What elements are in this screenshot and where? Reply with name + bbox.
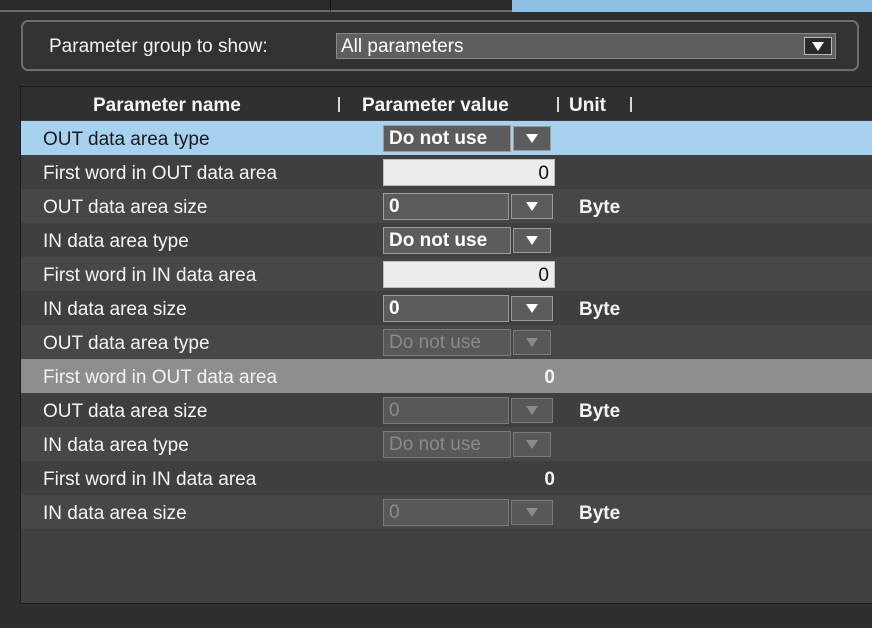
unit-label: Byte [579, 299, 621, 320]
column-header-value[interactable]: Parameter value [362, 95, 509, 117]
parameter-name: First word in OUT data area [43, 367, 278, 388]
column-divider[interactable] [557, 97, 559, 112]
unit-label: Byte [579, 503, 621, 524]
column-divider[interactable] [338, 97, 340, 112]
parameter-name: IN data area size [43, 503, 187, 524]
top-tab-strip [0, 0, 872, 12]
parameter-group-filter: Parameter group to show: All parameters [21, 20, 859, 71]
parameter-group-value: All parameters [341, 36, 464, 57]
chevron-down-icon [513, 330, 551, 355]
parameter-value-readonly: 0 [544, 469, 555, 490]
table-row[interactable]: First word in OUT data area 0 [21, 155, 872, 189]
tab-2[interactable] [330, 0, 512, 12]
table-row[interactable]: First word in OUT data area 0 [21, 359, 872, 393]
parameter-value-dropdown[interactable]: 0 [383, 193, 553, 220]
dropdown-field: Do not use [383, 125, 511, 152]
parameter-name: IN data area size [43, 299, 187, 320]
parameter-name: OUT data area type [43, 333, 210, 354]
dropdown-value: 0 [389, 502, 400, 523]
input-value: 0 [538, 265, 549, 286]
chevron-down-icon [511, 500, 553, 525]
parameter-value-dropdown[interactable]: Do not use [383, 125, 551, 152]
parameter-name: First word in IN data area [43, 469, 257, 490]
table-row[interactable]: IN data area type Do not use [21, 427, 872, 461]
dropdown-field: 0 [383, 397, 509, 424]
dropdown-value: 0 [389, 298, 400, 319]
table-row[interactable]: IN data area type Do not use [21, 223, 872, 257]
parameter-group-dropdown[interactable]: All parameters [336, 33, 836, 59]
parameter-group-label: Parameter group to show: [49, 36, 268, 57]
table-header: Parameter name Parameter value Unit [21, 87, 872, 120]
chevron-down-icon [513, 432, 551, 457]
column-divider[interactable] [630, 97, 632, 112]
chevron-down-icon[interactable] [513, 228, 551, 253]
chevron-down-icon[interactable] [511, 194, 553, 219]
parameter-name: First word in OUT data area [43, 163, 278, 184]
input-value: 0 [538, 163, 549, 184]
table-row[interactable]: First word in IN data area 0 [21, 257, 872, 291]
parameter-value-readonly: 0 [544, 367, 555, 388]
dropdown-value: 0 [389, 400, 400, 421]
dropdown-value: 0 [389, 196, 400, 217]
chevron-down-icon[interactable] [513, 126, 551, 151]
parameter-value-dropdown[interactable]: Do not use [383, 227, 551, 254]
tab-1[interactable] [0, 0, 330, 12]
dropdown-field: 0 [383, 193, 509, 220]
parameter-name: IN data area type [43, 435, 189, 456]
table-row[interactable]: IN data area size 0 Byte [21, 495, 872, 529]
dropdown-value: Do not use [389, 128, 488, 149]
table-row[interactable]: OUT data area size 0 Byte [21, 189, 872, 223]
chevron-down-icon[interactable] [511, 296, 553, 321]
table-row[interactable]: OUT data area type Do not use [21, 121, 872, 155]
column-header-name[interactable]: Parameter name [93, 95, 241, 117]
table-row[interactable]: IN data area size 0 Byte [21, 291, 872, 325]
parameter-value-dropdown-disabled: Do not use [383, 431, 551, 458]
parameter-value-dropdown[interactable]: 0 [383, 295, 553, 322]
parameter-value-input[interactable]: 0 [383, 261, 555, 288]
chevron-down-icon[interactable] [804, 37, 832, 55]
parameter-name: OUT data area type [43, 129, 210, 150]
dropdown-value: Do not use [389, 332, 481, 353]
dropdown-value: Do not use [389, 230, 488, 251]
unit-label: Byte [579, 197, 621, 218]
dropdown-field: Do not use [383, 431, 511, 458]
parameter-value-dropdown-disabled: 0 [383, 397, 553, 424]
parameter-value-dropdown-disabled: Do not use [383, 329, 551, 356]
dropdown-field: Do not use [383, 227, 511, 254]
parameter-name: First word in IN data area [43, 265, 257, 286]
column-header-unit[interactable]: Unit [569, 95, 606, 117]
parameter-table: Parameter name Parameter value Unit OUT … [20, 86, 872, 604]
dropdown-value: Do not use [389, 434, 481, 455]
dropdown-field: 0 [383, 499, 509, 526]
unit-label: Byte [579, 401, 621, 422]
table-row[interactable]: OUT data area type Do not use [21, 325, 872, 359]
table-row[interactable]: OUT data area size 0 Byte [21, 393, 872, 427]
table-row[interactable]: First word in IN data area 0 [21, 461, 872, 495]
parameter-name: OUT data area size [43, 401, 208, 422]
parameter-value-dropdown-disabled: 0 [383, 499, 553, 526]
dropdown-field: Do not use [383, 329, 511, 356]
dropdown-field: 0 [383, 295, 509, 322]
tab-3-active[interactable] [512, 0, 872, 12]
parameter-name: IN data area type [43, 231, 189, 252]
parameter-name: OUT data area size [43, 197, 208, 218]
parameter-value-input[interactable]: 0 [383, 159, 555, 186]
chevron-down-icon [511, 398, 553, 423]
